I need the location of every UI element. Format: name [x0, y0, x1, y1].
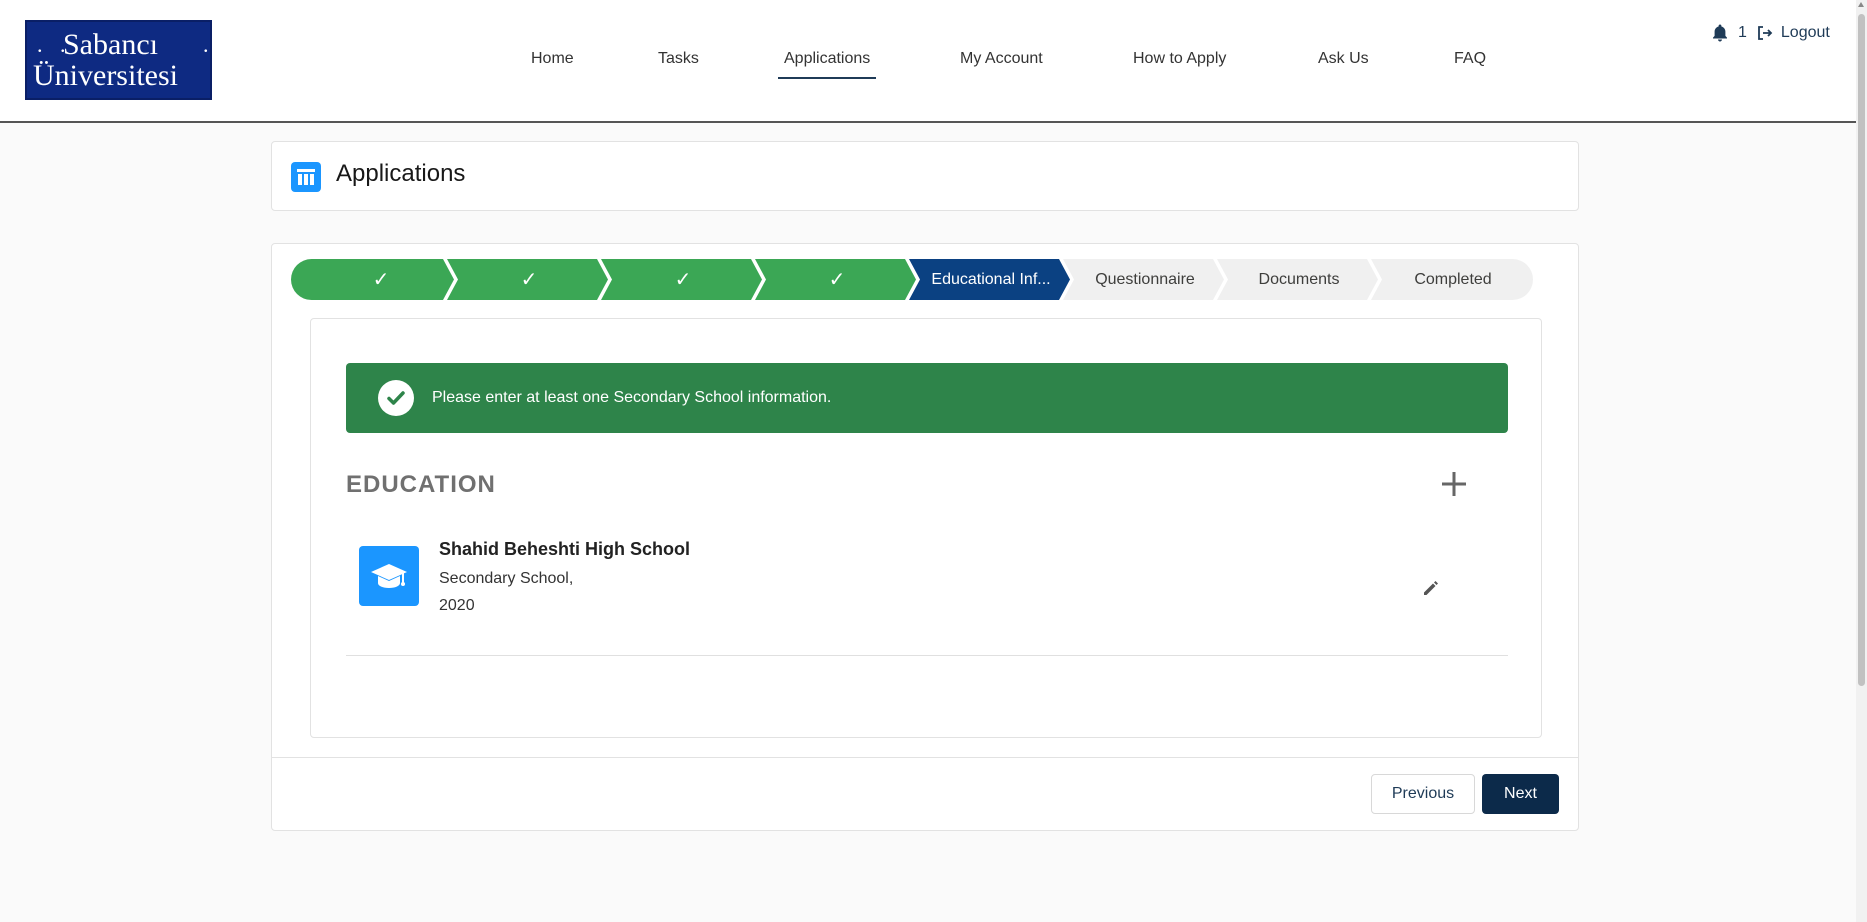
graduation-cap-icon — [359, 546, 419, 606]
alert-message: Please enter at least one Secondary Scho… — [432, 389, 832, 406]
nav-how-to-apply[interactable]: How to Apply — [1133, 50, 1226, 68]
next-button[interactable]: Next — [1482, 774, 1559, 814]
page-scrollbar[interactable] — [1856, 0, 1867, 922]
education-heading: EDUCATION — [346, 471, 496, 498]
path-step-educational-info[interactable]: Educational Inf... — [919, 259, 1063, 300]
path-step-3[interactable]: ✓ — [611, 259, 755, 300]
user-actions: 1 Logout — [1712, 24, 1830, 42]
path-step-2[interactable]: ✓ — [457, 259, 601, 300]
logout-icon — [1758, 26, 1773, 40]
path-step-completed[interactable]: Completed — [1381, 259, 1525, 300]
education-entry: Shahid Beheshti High School Secondary Sc… — [346, 539, 1508, 656]
nav-my-account[interactable]: My Account — [960, 50, 1043, 68]
education-section: Please enter at least one Secondary Scho… — [310, 318, 1542, 738]
page-title-card: Applications — [271, 141, 1579, 211]
nav-faq[interactable]: FAQ — [1454, 50, 1486, 68]
path-step-1[interactable]: ✓ — [311, 259, 451, 300]
application-card: ✓ ✓ ✓ ✓ Educational Inf... Questionnaire… — [271, 243, 1579, 831]
university-logo[interactable]: Sabancı Üniversitesi — [25, 20, 212, 100]
notification-count: 1 — [1738, 24, 1747, 41]
logo-line-1: Sabancı — [37, 29, 208, 62]
previous-button[interactable]: Previous — [1371, 774, 1475, 814]
graduation-year: 2020 — [439, 597, 475, 614]
bell-icon[interactable] — [1712, 24, 1728, 42]
card-footer-divider — [272, 757, 1578, 758]
nav-home[interactable]: Home — [531, 50, 574, 68]
table-icon — [291, 162, 321, 192]
plus-icon[interactable] — [1439, 469, 1469, 499]
logout-label: Logout — [1780, 24, 1830, 41]
page-title: Applications — [336, 160, 466, 187]
success-alert: Please enter at least one Secondary Scho… — [346, 363, 1508, 433]
logo-line-2: Üniversitesi — [33, 59, 178, 92]
path-step-documents[interactable]: Documents — [1227, 259, 1371, 300]
pencil-icon[interactable] — [1422, 579, 1440, 597]
site-header: Sabancı Üniversitesi Home Tasks Applicat… — [0, 0, 1856, 123]
logout-link[interactable]: Logout — [1757, 24, 1830, 42]
path-step-4[interactable]: ✓ — [765, 259, 909, 300]
scrollbar-thumb[interactable] — [1858, 14, 1865, 686]
nav-applications[interactable]: Applications — [778, 50, 877, 79]
path-step-questionnaire[interactable]: Questionnaire — [1073, 259, 1217, 300]
nav-tasks[interactable]: Tasks — [658, 50, 699, 68]
check-circle-icon — [378, 380, 414, 416]
scroll-up-arrow-icon[interactable] — [1858, 2, 1864, 7]
school-type: Secondary School, — [439, 570, 574, 587]
school-name: Shahid Beheshti High School — [439, 539, 691, 559]
nav-ask-us[interactable]: Ask Us — [1318, 50, 1369, 68]
